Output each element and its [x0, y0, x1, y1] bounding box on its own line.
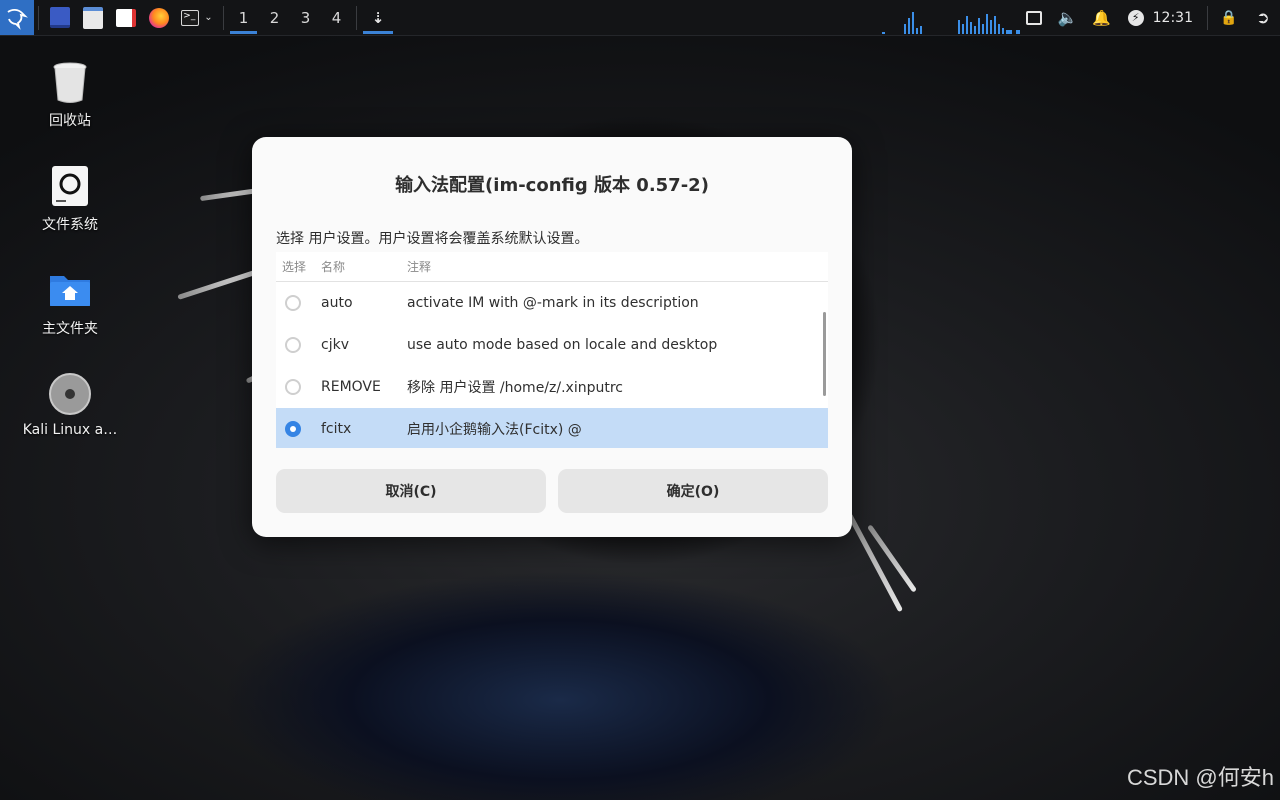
- volume-icon: 🔈: [1057, 8, 1078, 27]
- display-button[interactable]: [1017, 0, 1051, 35]
- volume-button[interactable]: 🔈: [1051, 0, 1085, 35]
- file-manager-launcher[interactable]: [76, 0, 109, 35]
- firefox-icon: [148, 7, 169, 28]
- chevron-down-icon[interactable]: ⌄: [204, 12, 212, 23]
- text-editor-icon: [115, 8, 136, 27]
- kali-dragon-icon: [7, 8, 28, 30]
- column-header-note[interactable]: 注释: [407, 258, 828, 275]
- home-folder-icon: [48, 268, 92, 312]
- panel-separator: [356, 5, 357, 30]
- desktop-icon-label: 文件系统: [42, 217, 98, 233]
- panel-separator: [38, 5, 39, 30]
- row-name: REMOVE: [321, 379, 381, 395]
- terminal-launcher[interactable]: >_ ⌄: [175, 0, 219, 35]
- workspace-2[interactable]: 2: [259, 0, 290, 35]
- row-note: activate IM with @-mark in its descripti…: [407, 295, 699, 311]
- system-tray: 🔈 🔔 ⚡ 12:31 🔒 ➲: [1017, 0, 1280, 35]
- app-menu-icon: [49, 7, 70, 28]
- dialog-title: 输入法配置(im-config 版本 0.57-2): [395, 175, 709, 196]
- notifications-icon: 🔔: [1092, 8, 1111, 27]
- desktop-icon-filesystem[interactable]: 文件系统: [18, 164, 122, 234]
- row-note: 启用小企鹅输入法(Fcitx) @: [407, 422, 582, 438]
- list-row-fcitx[interactable]: fcitx 启用小企鹅输入法(Fcitx) @: [276, 408, 828, 448]
- desktop-icon-label: 主文件夹: [42, 321, 98, 337]
- top-panel: >_ ⌄ 1 2 3 4 ⇣ 🔈 🔔 ⚡ 12:31 🔒 ➲: [0, 0, 1280, 36]
- row-name: cjkv: [321, 337, 349, 353]
- radio-button-checked[interactable]: [285, 421, 301, 437]
- list-row-auto[interactable]: auto activate IM with @-mark in its desc…: [276, 282, 828, 324]
- kali-menu-button[interactable]: [0, 0, 34, 35]
- desktop-icon-label: Kali Linux a…: [22, 422, 118, 438]
- network-activity-graph: [882, 12, 1020, 34]
- workspace-4[interactable]: 4: [321, 0, 352, 35]
- column-header-name[interactable]: 名称: [321, 258, 407, 275]
- wallpaper-spike: [177, 269, 259, 300]
- list-row-remove[interactable]: REMOVE 移除 用户设置 /home/z/.xinputrc: [276, 366, 828, 408]
- row-name: auto: [321, 295, 353, 311]
- download-arrow-icon: ⇣: [371, 8, 385, 27]
- input-method-list[interactable]: 选择 名称 注释 auto activate IM with @-mark in…: [276, 252, 828, 448]
- trash-icon: [48, 60, 92, 104]
- display-icon: [1025, 10, 1042, 25]
- list-header: 选择 名称 注释: [276, 252, 828, 282]
- power-icon: ⚡: [1127, 9, 1144, 26]
- logout-icon: ➲: [1256, 8, 1270, 27]
- panel-separator: [223, 5, 224, 30]
- workspace-3[interactable]: 3: [290, 0, 321, 35]
- row-note: use auto mode based on locale and deskto…: [407, 337, 718, 353]
- desktop-icon-label: 回收站: [49, 113, 91, 129]
- list-row-cjkv[interactable]: cjkv use auto mode based on locale and d…: [276, 324, 828, 366]
- desktop-icon-disc[interactable]: Kali Linux a…: [18, 372, 122, 438]
- notifications-button[interactable]: 🔔: [1085, 0, 1119, 35]
- filesystem-icon: [48, 164, 92, 208]
- app-menu-launcher[interactable]: [43, 0, 76, 35]
- panel-separator: [1207, 5, 1208, 30]
- power-manager-button[interactable]: ⚡: [1119, 0, 1153, 35]
- disc-icon: [48, 372, 92, 416]
- clock[interactable]: 12:31: [1153, 10, 1203, 26]
- im-config-dialog: 输入法配置(im-config 版本 0.57-2) 选择 用户设置。用户设置将…: [252, 137, 852, 537]
- workspace-1[interactable]: 1: [228, 0, 259, 35]
- show-desktop-button[interactable]: ⇣: [361, 0, 395, 35]
- terminal-icon: >_: [181, 9, 200, 26]
- ok-button[interactable]: 确定(O): [558, 469, 828, 513]
- lock-icon: 🔒: [1220, 9, 1238, 26]
- cancel-button[interactable]: 取消(C): [276, 469, 546, 513]
- firefox-launcher[interactable]: [142, 0, 175, 35]
- lock-screen-button[interactable]: 🔒: [1212, 0, 1246, 35]
- radio-button[interactable]: [285, 379, 301, 395]
- watermark: CSDN @何安h: [1126, 765, 1274, 790]
- row-note: 移除 用户设置 /home/z/.xinputrc: [407, 380, 623, 396]
- desktop-icon-home[interactable]: 主文件夹: [18, 268, 122, 338]
- radio-button[interactable]: [285, 295, 301, 311]
- list-scrollbar[interactable]: [823, 312, 826, 396]
- file-manager-icon: [82, 6, 103, 29]
- dialog-message: 选择 用户设置。用户设置将会覆盖系统默认设置。: [276, 231, 589, 247]
- column-header-select[interactable]: 选择: [276, 258, 321, 275]
- text-editor-launcher[interactable]: [109, 0, 142, 35]
- row-name: fcitx: [321, 421, 352, 437]
- logout-button[interactable]: ➲: [1246, 0, 1280, 35]
- desktop-icon-trash[interactable]: 回收站: [18, 60, 122, 130]
- radio-button[interactable]: [285, 337, 301, 353]
